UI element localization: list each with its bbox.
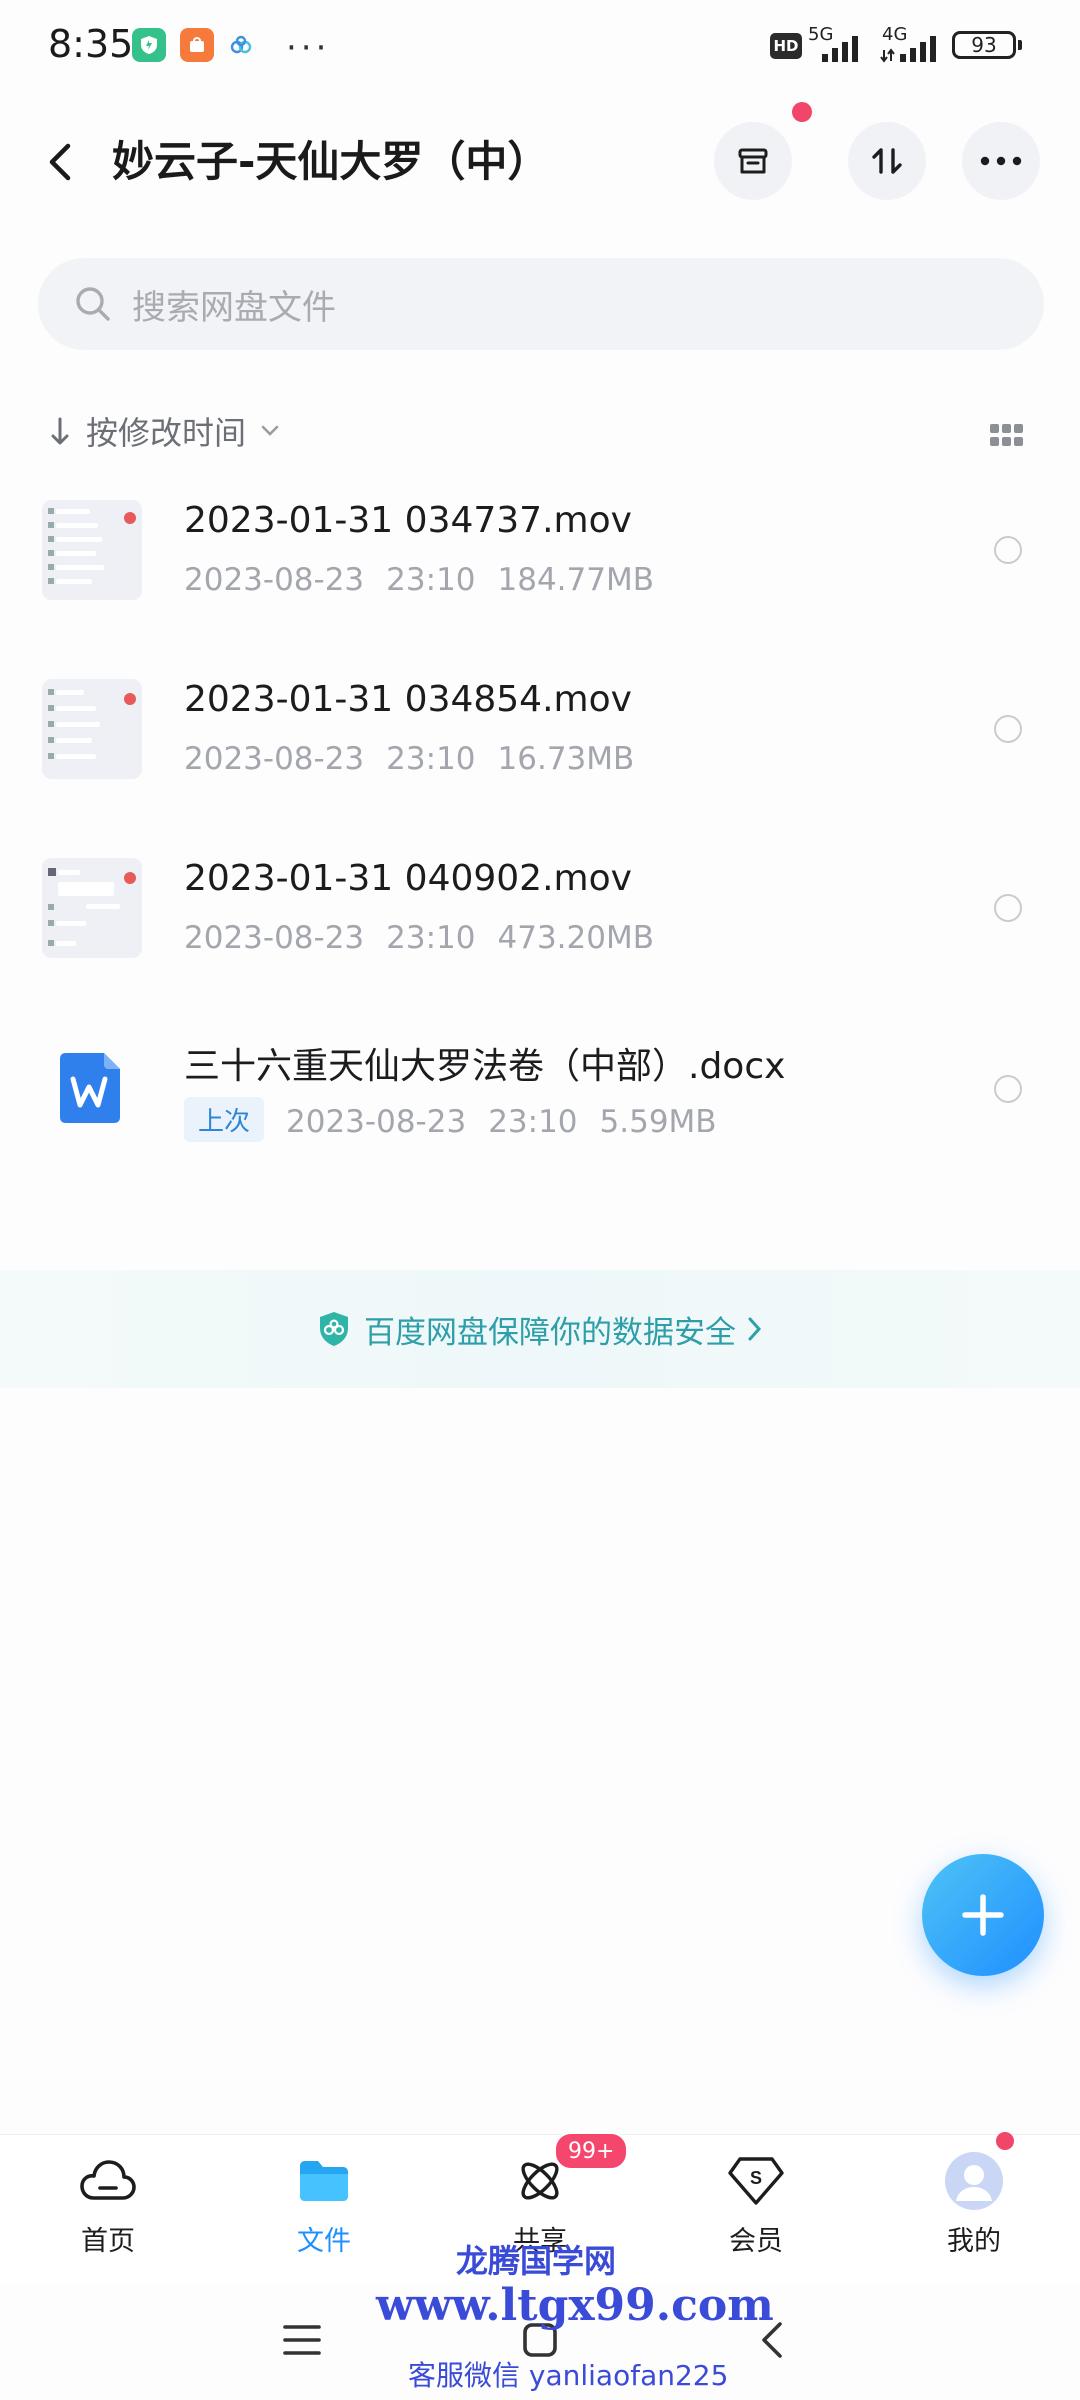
file-date: 2023-08-23 bbox=[184, 920, 365, 956]
file-row[interactable]: 2023-01-31 034737.mov 2023-08-23 23:10 184… bbox=[0, 500, 1080, 680]
more-notifications-icon: ··· bbox=[286, 28, 331, 68]
sort-arrow-icon bbox=[51, 417, 69, 445]
battery-indicator: 93 bbox=[952, 31, 1016, 59]
file-date: 2023-08-23 bbox=[184, 741, 365, 777]
plus-icon bbox=[962, 1894, 1004, 1936]
cloud-icon bbox=[76, 2149, 140, 2213]
back-button[interactable] bbox=[36, 128, 84, 196]
security-banner[interactable]: 百度网盘保障你的数据安全 bbox=[0, 1270, 1080, 1388]
svg-text:S: S bbox=[750, 2168, 762, 2188]
watermark-contact: 客服微信 yanliaofan225 bbox=[408, 2359, 729, 2392]
security-text: 百度网盘保障你的数据安全 bbox=[364, 1314, 736, 1351]
select-checkbox[interactable] bbox=[994, 536, 1022, 564]
search-icon bbox=[76, 287, 110, 321]
page-title: 妙云子-天仙大罗（中） bbox=[112, 137, 550, 186]
file-row[interactable]: 三十六重天仙大罗法卷（中部）.docx 上次 2023-08-23 23:10 5.5… bbox=[0, 1037, 1080, 1217]
vip-diamond-icon: S bbox=[724, 2149, 788, 2213]
word-document-icon bbox=[58, 1051, 124, 1129]
chevron-right-icon bbox=[748, 1317, 762, 1341]
shield-app-icon bbox=[132, 28, 166, 62]
chevron-down-icon bbox=[261, 425, 279, 436]
grid-view-toggle-icon[interactable] bbox=[990, 424, 1024, 448]
nav-label-vip: 会员 bbox=[729, 2226, 783, 2257]
select-checkbox[interactable] bbox=[994, 715, 1022, 743]
nav-item-home[interactable]: 首页 bbox=[38, 2135, 178, 2285]
file-time: 23:10 bbox=[386, 741, 476, 777]
more-dots-icon bbox=[980, 156, 1022, 166]
cloud-app-icon bbox=[228, 34, 254, 60]
search-placeholder: 搜索网盘文件 bbox=[132, 287, 336, 328]
file-date: 2023-08-23 bbox=[184, 562, 365, 598]
file-date: 2023-08-23 bbox=[286, 1104, 467, 1140]
recent-apps-button[interactable] bbox=[272, 2310, 332, 2370]
recent-tag: 上次 bbox=[184, 1097, 265, 1142]
file-name: 三十六重天仙大罗法卷（中部）.docx bbox=[184, 1046, 786, 1087]
file-meta: 2023-08-23 23:10 184.77MB bbox=[184, 562, 676, 598]
screen: 8:35 ··· HD 5G 4G 93 妙云子-天仙大罗（中） 搜索网盘文件 … bbox=[0, 0, 1080, 2400]
nav-label-home: 首页 bbox=[81, 2226, 135, 2257]
video-thumbnail bbox=[42, 679, 142, 779]
battery-tip bbox=[1018, 40, 1022, 50]
file-size: 16.73MB bbox=[497, 741, 635, 777]
watermark-url: www.ltgx99.com bbox=[376, 2280, 774, 2331]
select-checkbox[interactable] bbox=[994, 894, 1022, 922]
file-name: 2023-01-31 034854.mov bbox=[184, 679, 632, 720]
profile-notification-dot bbox=[996, 2132, 1014, 2150]
sort-label: 按修改时间 bbox=[86, 414, 247, 452]
notification-dot bbox=[792, 102, 812, 122]
file-time: 23:10 bbox=[386, 562, 476, 598]
sort-selector[interactable]: 按修改时间 bbox=[48, 408, 280, 454]
status-time: 8:35 bbox=[48, 22, 134, 66]
file-time: 23:10 bbox=[386, 920, 476, 956]
archive-button[interactable] bbox=[714, 122, 792, 200]
nav-item-files[interactable]: 文件 bbox=[254, 2135, 394, 2285]
signal-4g-icon bbox=[880, 30, 946, 68]
file-meta: 2023-08-23 23:10 16.73MB bbox=[184, 741, 656, 777]
more-options-button[interactable] bbox=[962, 122, 1040, 200]
file-name: 2023-01-31 040902.mov bbox=[184, 858, 632, 899]
search-input[interactable]: 搜索网盘文件 bbox=[38, 258, 1044, 350]
shield-check-icon bbox=[320, 1312, 348, 1346]
transfer-arrows-icon bbox=[872, 148, 902, 174]
file-meta: 2023-08-23 23:10 473.20MB bbox=[184, 920, 676, 956]
folder-icon bbox=[292, 2149, 356, 2213]
file-size: 184.77MB bbox=[497, 562, 654, 598]
file-time: 23:10 bbox=[488, 1104, 578, 1140]
transfer-button[interactable] bbox=[848, 122, 926, 200]
signal-5g-icon bbox=[820, 30, 868, 68]
file-name: 2023-01-31 034737.mov bbox=[184, 500, 632, 541]
archive-box-icon bbox=[738, 148, 768, 174]
video-thumbnail bbox=[42, 858, 142, 958]
back-arrow-icon bbox=[49, 143, 71, 181]
share-count-badge: 99+ bbox=[554, 2132, 629, 2170]
hd-badge: HD bbox=[770, 33, 802, 59]
file-size: 473.20MB bbox=[497, 920, 654, 956]
nav-label-files: 文件 bbox=[297, 2226, 351, 2257]
menu-lines-icon bbox=[283, 2325, 321, 2355]
select-checkbox[interactable] bbox=[994, 1075, 1022, 1103]
nav-item-me[interactable]: 我的 bbox=[904, 2135, 1044, 2285]
add-fab-button[interactable] bbox=[922, 1854, 1044, 1976]
watermark-title: 龙腾国学网 bbox=[456, 2242, 617, 2280]
file-row[interactable]: 2023-01-31 034854.mov 2023-08-23 23:10 16.… bbox=[0, 679, 1080, 859]
nav-item-vip[interactable]: S 会员 bbox=[686, 2135, 826, 2285]
file-row[interactable]: 2023-01-31 040902.mov 2023-08-23 23:10 473… bbox=[0, 858, 1080, 1038]
file-meta: 上次 2023-08-23 23:10 5.59MB bbox=[184, 1097, 739, 1142]
file-size: 5.59MB bbox=[599, 1104, 717, 1140]
avatar-icon bbox=[942, 2149, 1006, 2213]
shopping-app-icon bbox=[180, 28, 214, 62]
nav-label-me: 我的 bbox=[947, 2226, 1001, 2257]
video-thumbnail bbox=[42, 500, 142, 600]
